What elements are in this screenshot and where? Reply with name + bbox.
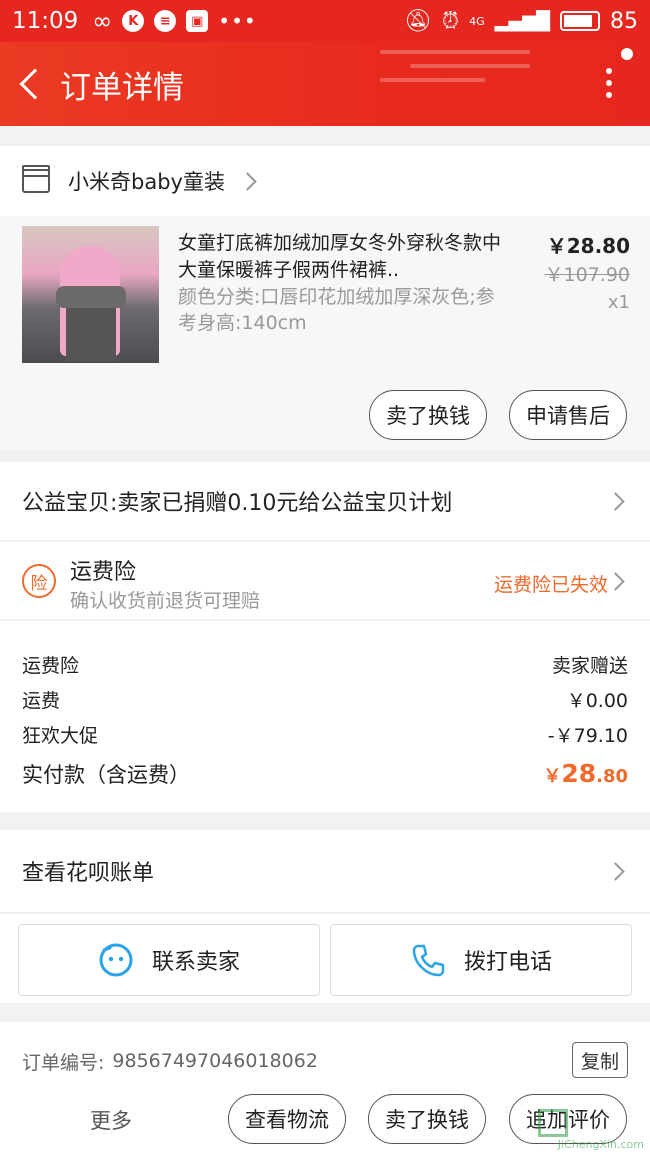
insurance-subtitle: 确认收货前退货可理赔 — [70, 590, 261, 612]
fee-summary: 运费险 卖家赠送 运费 ￥0.00 狂欢大促 -￥79.10 实付款（含运费） … — [0, 620, 650, 812]
watermark-logo-icon — [538, 1109, 568, 1137]
order-number: 98567497046018062 — [112, 1050, 318, 1072]
insurance-icon: 险 — [22, 564, 56, 598]
huabei-text: 查看花呗账单 — [22, 861, 155, 886]
call-label: 拨打电话 — [463, 950, 552, 975]
total-integer: 28 — [561, 759, 597, 788]
more-menu-icon[interactable] — [606, 68, 612, 104]
bottom-action-bar: 更多 查看物流 卖了换钱 追加评价 JiChengXin.com — [0, 1083, 650, 1155]
total-decimal: .80 — [596, 766, 628, 787]
product-spec: 颜色分类:口唇印花加绒加厚深灰色;参考身高:140cm — [178, 286, 495, 334]
shop-icon — [22, 165, 50, 193]
contact-seller-label: 联系卖家 — [151, 950, 240, 975]
header-pattern — [380, 50, 530, 106]
insurance-status: 运费险已失效 — [493, 574, 608, 596]
contact-actions: 联系卖家 拨打电话 — [0, 913, 650, 1003]
charity-row[interactable]: 公益宝贝:卖家已捐赠0.10元给公益宝贝计划 — [0, 462, 650, 540]
fee-label: 运费险 — [22, 655, 80, 677]
product-price: ￥28.80 — [546, 234, 630, 258]
chat-icon: ≡ — [154, 10, 177, 32]
shipping-insurance-row[interactable]: 险 运费险 确认收货前退货可理赔 运费险已失效 — [0, 541, 650, 619]
status-bar: 11:09 ∞ K ≡ ▣ ••• 🔕︎ ⏰︎ 4G ▂▄▆█ 85 — [0, 0, 650, 42]
fee-row: 运费险 卖家赠送 — [22, 651, 628, 678]
chevron-right-icon — [238, 171, 257, 191]
total-currency: ￥ — [543, 766, 562, 787]
product-item[interactable]: 女童打底裤加绒加厚女冬外穿秋冬款中大童保暖裤子假两件裙裤.. 颜色分类:口唇印花… — [0, 216, 650, 450]
huabei-bill-row[interactable]: 查看花呗账单 — [0, 830, 650, 912]
product-original-price: ￥107.90 — [544, 264, 630, 286]
charity-text: 公益宝贝:卖家已捐赠0.10元给公益宝贝计划 — [22, 491, 453, 516]
more-button[interactable]: 更多 — [90, 1105, 132, 1135]
after-sale-button[interactable]: 申请售后 — [509, 390, 627, 440]
fee-row: 狂欢大促 -￥79.10 — [22, 721, 628, 748]
chevron-right-icon — [606, 492, 625, 511]
shop-name: 小米奇baby童装 — [68, 170, 225, 194]
fee-value: -￥79.10 — [547, 725, 628, 747]
copy-button[interactable]: 复制 — [571, 1042, 628, 1078]
more-notifications-icon: ••• — [218, 9, 257, 33]
order-number-label: 订单编号: — [22, 1051, 105, 1074]
chevron-right-icon — [606, 862, 625, 881]
total-row: 实付款（含运费） ￥28.80 — [22, 759, 628, 789]
sell-for-cash-footer-button[interactable]: 卖了换钱 — [368, 1094, 486, 1144]
signal-label: 4G — [469, 14, 485, 28]
fee-label: 运费 — [22, 690, 61, 712]
call-button[interactable]: 拨打电话 — [330, 924, 632, 996]
sell-for-cash-button[interactable]: 卖了换钱 — [369, 390, 487, 440]
notification-app-icon: ▣ — [186, 10, 209, 32]
status-right: 🔕︎ ⏰︎ 4G ▂▄▆█ 85 — [404, 9, 638, 34]
battery-icon — [560, 11, 600, 31]
chat-bubble-icon — [99, 943, 133, 977]
shop-row[interactable]: 小米奇baby童装 — [0, 146, 650, 216]
product-image[interactable] — [22, 226, 159, 363]
chevron-right-icon — [606, 572, 625, 591]
infinity-icon: ∞ — [92, 7, 113, 35]
battery-level: 85 — [610, 8, 638, 34]
phone-icon — [412, 944, 445, 977]
back-arrow-icon[interactable] — [19, 68, 51, 100]
watermark: JiChengXin.com — [516, 1107, 646, 1151]
nav-bar: 订单详情 — [0, 42, 650, 126]
fee-label: 狂欢大促 — [22, 725, 99, 747]
page-title: 订单详情 — [60, 69, 184, 106]
fee-value: ￥0.00 — [566, 690, 628, 712]
alarm-icon: ⏰︎ — [441, 8, 460, 34]
watermark-text: JiChengXin.com — [557, 1138, 644, 1151]
fee-row: 运费 ￥0.00 — [22, 686, 628, 713]
product-title: 女童打底裤加绒加厚女冬外穿秋冬款中大童保暖裤子假两件裙裤.. — [178, 232, 502, 281]
k-app-icon: K — [122, 10, 145, 32]
mute-icon: 🔕︎ — [403, 8, 432, 34]
signal-icon: ▂▄▆█ — [494, 10, 550, 32]
product-quantity: x1 — [607, 292, 630, 313]
contact-seller-button[interactable]: 联系卖家 — [18, 924, 320, 996]
insurance-title: 运费险 — [70, 560, 137, 585]
total-amount: ￥28.80 — [543, 759, 628, 789]
status-time: 11:09 — [12, 8, 79, 34]
fee-value: 卖家赠送 — [551, 655, 628, 677]
view-logistics-button[interactable]: 查看物流 — [228, 1094, 346, 1144]
total-label: 实付款（含运费） — [22, 763, 190, 787]
notification-dot — [621, 48, 633, 60]
